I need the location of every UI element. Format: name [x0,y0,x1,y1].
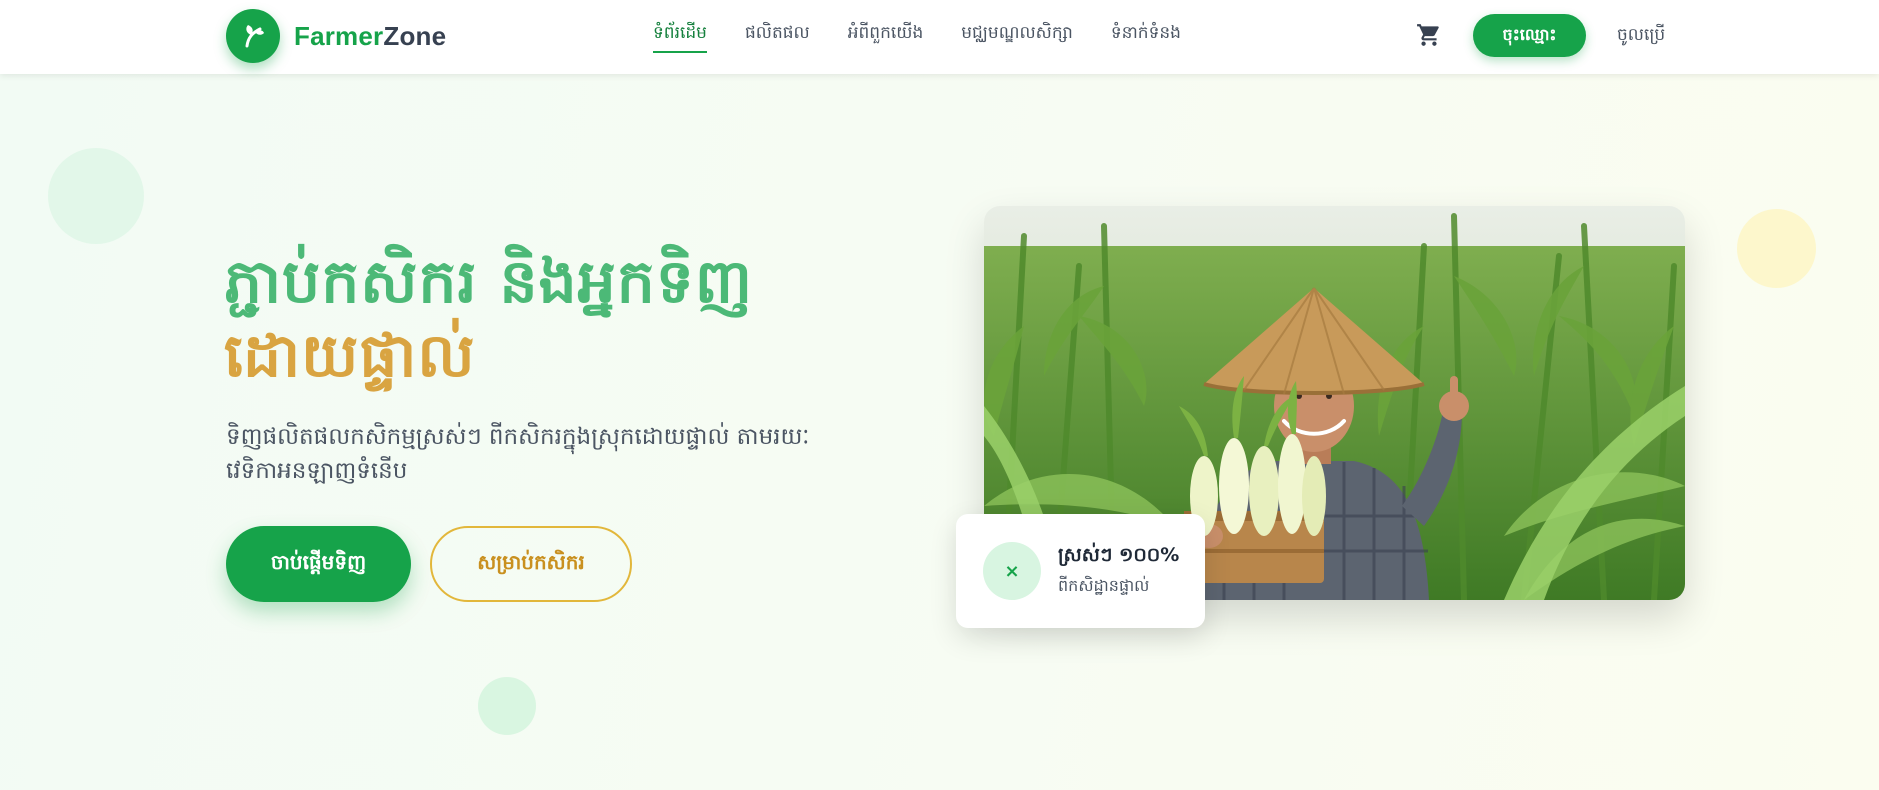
for-farmers-button[interactable]: សម្រាប់កសិករ [430,526,632,602]
nav-link-products[interactable]: ផលិតផល [745,22,810,53]
brand-name: FarmerZone [294,21,446,52]
stat-value: ស្រស់ៗ ១០០% [1058,544,1180,566]
start-shopping-button[interactable]: ចាប់ផ្តើមទិញ [226,526,411,602]
brand-logo[interactable]: FarmerZone [226,9,446,63]
nav-link-about[interactable]: អំពីពួកយើង [848,22,924,53]
decor-circle [1737,209,1816,288]
nav-link-contact[interactable]: ទំនាក់ទំនង [1111,22,1181,53]
close-icon: × [983,542,1041,600]
main-nav: ទំព័រដើម ផលិតផល អំពីពួកយើង មជ្ឈមណ្ឌលសិក្… [653,22,1181,53]
decor-circle [48,148,144,244]
brand-name-part1: Farmer [294,20,384,51]
nav-link-home[interactable]: ទំព័រដើម [653,22,707,53]
hero-title-line2: ដោយផ្ទាល់ [224,321,476,391]
stat-text: ស្រស់ៗ ១០០% ពីកសិដ្ឋានផ្ទាល់ [1058,543,1179,599]
register-button[interactable]: ចុះឈ្មោះ [1473,14,1586,57]
stat-label: ពីកសិដ្ឋានផ្ទាល់ [1058,576,1150,595]
nav-link-learning-center[interactable]: មជ្ឈមណ្ឌលសិក្សា [961,22,1073,53]
hero-subtitle: ទិញផលិតផលកសិកម្មស្រស់ៗ ពីកសិករក្នុងស្រុក… [226,424,810,484]
cart-icon[interactable] [1414,20,1444,50]
login-link[interactable]: ចូលប្រើ [1617,24,1665,49]
brand-name-part2: Zone [383,20,447,51]
hero-title: ភ្ជាប់កសិករ និងអ្នកទិញ ដោយផ្ទាល់ [224,245,924,393]
freshness-stat-card: × ស្រស់ៗ ១០០% ពីកសិដ្ឋានផ្ទាល់ [956,514,1205,628]
decor-circle [478,677,536,735]
hero-title-line1: ភ្ជាប់កសិករ និងអ្នកទិញ [224,247,754,317]
sprout-icon [226,9,280,63]
top-navbar: FarmerZone ទំព័រដើម ផលិតផល អំពីពួកយើង មជ… [0,0,1879,74]
